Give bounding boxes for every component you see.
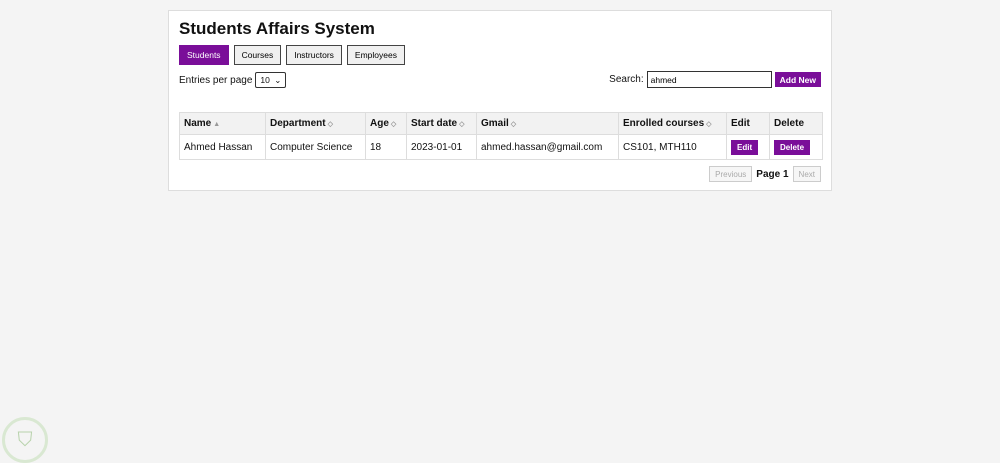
sort-asc-icon: ▲ <box>213 121 221 128</box>
watermark-logo: ⛉ <box>2 417 48 463</box>
main-card: Students Affairs System Students Courses… <box>168 10 832 191</box>
cell-name: Ahmed Hassan <box>179 134 266 160</box>
sort-icon: ◇ <box>459 121 465 128</box>
cell-delete: Delete <box>769 134 823 160</box>
pagination: Previous Page 1 Next <box>709 166 821 182</box>
entries-value: 10 <box>260 75 270 85</box>
entries-select[interactable]: 10 ⌄ <box>255 72 287 88</box>
cell-age: 18 <box>365 134 407 160</box>
tab-courses[interactable]: Courses <box>233 45 282 65</box>
previous-button[interactable]: Previous <box>709 166 753 182</box>
next-button[interactable]: Next <box>792 166 821 182</box>
sort-icon: ◇ <box>706 121 712 128</box>
col-edit: Edit <box>726 112 770 135</box>
delete-button[interactable]: Delete <box>774 139 811 155</box>
edit-button[interactable]: Edit <box>731 139 759 155</box>
cell-department: Computer Science <box>265 134 366 160</box>
tab-students[interactable]: Students <box>179 45 229 65</box>
cell-courses: CS101, MTH110 <box>618 134 727 160</box>
cell-gmail: ahmed.hassan@gmail.com <box>476 134 619 160</box>
cell-edit: Edit <box>726 134 770 160</box>
tab-employees[interactable]: Employees <box>346 45 405 65</box>
search-input[interactable] <box>646 71 772 88</box>
entries-label: Entries per page <box>179 74 253 86</box>
col-delete: Delete <box>769 112 823 135</box>
search-label: Search: <box>609 74 644 85</box>
sort-icon: ◇ <box>390 121 397 128</box>
add-new-button[interactable]: Add New <box>774 72 821 87</box>
table-header: Name ▲ Department ◇ Age ◇ Start date ◇ Gmail… <box>179 112 823 135</box>
col-department[interactable]: Department ◇ <box>265 112 366 135</box>
table-row: Ahmed Hassan Computer Science 18 2023-01… <box>179 134 823 160</box>
col-courses[interactable]: Enrolled courses ◇ <box>618 112 727 135</box>
search-area: Search: Add New <box>609 71 821 88</box>
cell-start-date: 2023-01-01 <box>406 134 477 160</box>
page-indicator: Page 1 <box>756 168 789 180</box>
tab-instructors[interactable]: Instructors <box>286 45 342 65</box>
nav-tabs: Students Courses Instructors Employees <box>179 45 405 65</box>
col-gmail[interactable]: Gmail ◇ <box>476 112 619 135</box>
shield-icon: ⛉ <box>17 428 33 451</box>
chevron-down-icon: ⌄ <box>274 74 282 85</box>
sort-icon: ◇ <box>327 121 333 128</box>
page-title: Students Affairs System <box>179 19 375 38</box>
entries-control: Entries per page 10 ⌄ <box>179 72 287 88</box>
students-table: Name ▲ Department ◇ Age ◇ Start date ◇ Gmail… <box>179 112 823 160</box>
col-name[interactable]: Name ▲ <box>179 112 266 135</box>
sort-icon: ◇ <box>510 121 517 128</box>
col-start-date[interactable]: Start date ◇ <box>406 112 477 135</box>
col-age[interactable]: Age ◇ <box>365 112 407 135</box>
